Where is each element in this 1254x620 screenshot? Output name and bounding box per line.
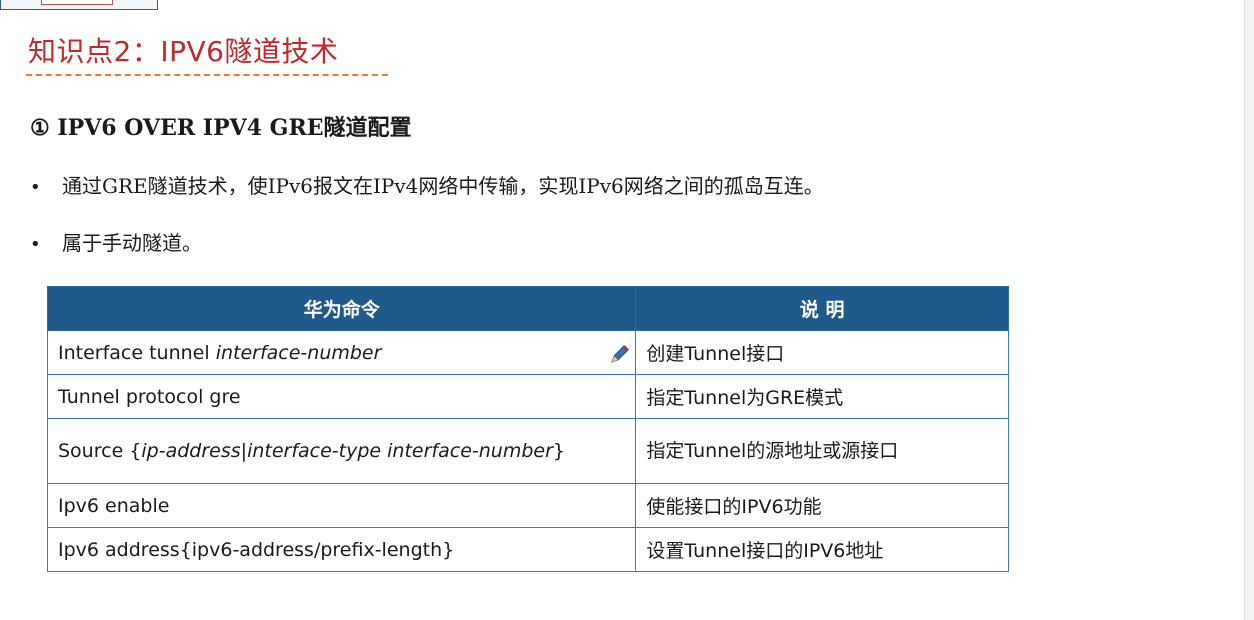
pencil-icon[interactable] — [609, 343, 631, 365]
command-text: } — [552, 440, 565, 462]
bullet-dot: • — [30, 177, 41, 198]
description-cell: 指定Tunnel的源地址或源接口 — [635, 418, 1009, 484]
command-cell: Ipv6 address{ipv6-address/prefix-length} — [46, 527, 637, 572]
bullet-text: 通过GRE隧道技术，使IPv6报文在IPv4网络中传输，实现IPv6网络之间的孤… — [62, 174, 824, 198]
bullet-dot: • — [30, 234, 41, 255]
table-row: Tunnel protocol gre 指定Tunnel为GRE模式 — [46, 374, 1009, 419]
table-row: Interface tunnel interface-number 创建Tunn… — [46, 330, 1009, 375]
bullet-text: 属于手动隧道。 — [62, 231, 202, 255]
command-text: Source { — [58, 440, 142, 462]
header-description: 说 明 — [635, 286, 1009, 331]
scrollbar-track[interactable] — [1244, 0, 1254, 620]
description-cell: 设置Tunnel接口的IPV6地址 — [635, 527, 1009, 572]
subheading: ① IPV6 OVER IPV4 GRE隧道配置 — [30, 115, 412, 141]
fragment-inner-box — [41, 0, 113, 5]
title-underline — [26, 74, 388, 76]
section-title: 知识点2：IPV6隧道技术 — [28, 35, 339, 68]
command-param: interface-type interface-number — [247, 440, 553, 462]
description-cell: 创建Tunnel接口 — [635, 330, 1009, 375]
command-cell: Tunnel protocol gre — [46, 374, 637, 419]
command-cell: Ipv6 enable — [46, 483, 637, 528]
previous-slide-fragment — [0, 0, 158, 10]
table-row: Source {ip-address|interface-type interf… — [46, 418, 1009, 484]
table-row: Ipv6 address{ipv6-address/prefix-length}… — [46, 527, 1009, 572]
bullet-item: • 属于手动隧道。 — [30, 227, 202, 261]
bullet-item: • 通过GRE隧道技术，使IPv6报文在IPv4网络中传输，实现IPv6网络之间的… — [30, 170, 824, 204]
command-cell: Source {ip-address|interface-type interf… — [46, 418, 637, 484]
command-cell: Interface tunnel interface-number — [46, 330, 637, 375]
table-header-row: 华为命令 说 明 — [46, 286, 1009, 331]
command-table: 华为命令 说 明 Interface tunnel interface-numb… — [46, 286, 1009, 572]
description-cell: 指定Tunnel为GRE模式 — [635, 374, 1009, 419]
header-command: 华为命令 — [46, 286, 637, 331]
command-param: ip-address — [141, 440, 241, 462]
command-text: Interface tunnel — [58, 341, 216, 364]
command-param: interface-number — [215, 341, 382, 364]
table-row: Ipv6 enable 使能接口的IPV6功能 — [46, 483, 1009, 528]
description-cell: 使能接口的IPV6功能 — [635, 483, 1009, 528]
